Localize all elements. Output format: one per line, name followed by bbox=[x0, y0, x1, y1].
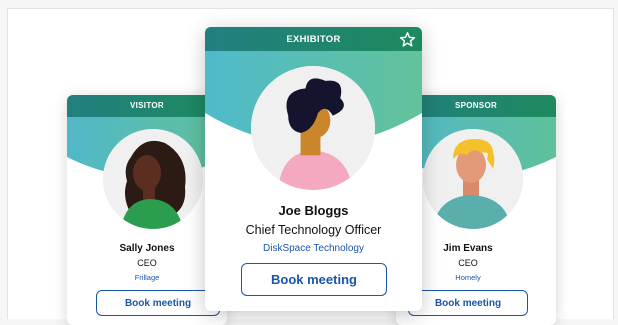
star-icon[interactable] bbox=[399, 31, 416, 48]
attendee-name: Joe Bloggs bbox=[278, 203, 349, 218]
avatar bbox=[423, 129, 523, 229]
avatar bbox=[251, 66, 375, 190]
person-illustration bbox=[251, 66, 375, 190]
cards-stage: VISITOR Sally Jones CEO Frillage Book me… bbox=[7, 8, 614, 325]
attendee-company: DiskSpace Technology bbox=[263, 243, 364, 254]
book-meeting-button[interactable]: Book meeting bbox=[241, 263, 387, 296]
avatar bbox=[103, 129, 203, 229]
badge-label: VISITOR bbox=[130, 100, 164, 110]
visitor-card: VISITOR Sally Jones CEO Frillage Book me… bbox=[67, 95, 227, 325]
book-meeting-button[interactable]: Book meeting bbox=[96, 290, 220, 316]
exhibitor-card: EXHIBITOR Joe Bloggs Chief Technology Of… bbox=[205, 27, 422, 311]
badge-label: EXHIBITOR bbox=[286, 33, 341, 45]
attendee-company: Frillage bbox=[134, 273, 160, 282]
person-illustration bbox=[423, 129, 523, 229]
attendee-role: Chief Technology Officer bbox=[245, 223, 382, 237]
attendee-role: CEO bbox=[137, 258, 157, 268]
attendee-name: Sally Jones bbox=[119, 243, 175, 254]
book-meeting-button[interactable]: Book meeting bbox=[408, 290, 528, 316]
person-illustration bbox=[103, 129, 203, 229]
